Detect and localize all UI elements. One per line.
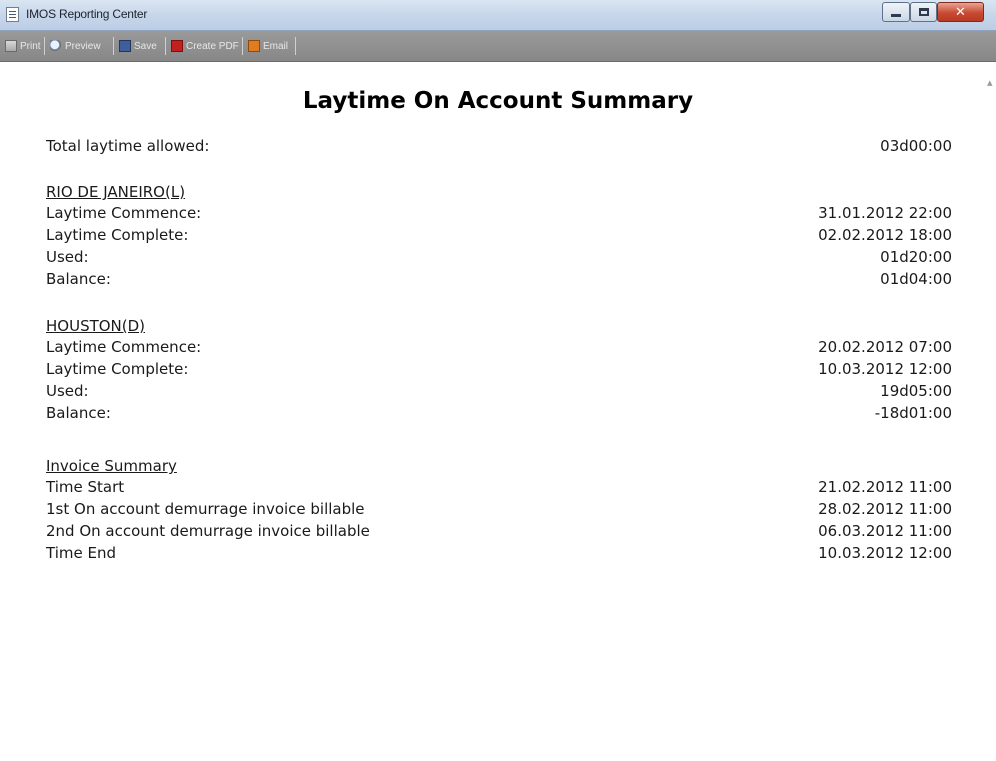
printer-icon (5, 40, 17, 52)
report-page: Laytime On Account Summary Total laytime… (0, 62, 986, 761)
section-heading-houston: HOUSTON(D) (46, 317, 146, 335)
houston-row: Used: 19d05:00 (46, 382, 952, 404)
create-pdf-label: Create PDF (186, 40, 239, 52)
envelope-icon (248, 40, 260, 52)
vertical-scrollbar[interactable]: ▴ (986, 62, 996, 761)
close-icon: ✕ (955, 4, 966, 20)
invoice-row-label: 2nd On account demurrage invoice billabl… (46, 522, 370, 540)
toolbar-divider (165, 37, 166, 55)
maximize-button[interactable] (910, 2, 937, 22)
invoice-row-label: Time End (46, 544, 116, 562)
toolbar-divider (113, 37, 114, 55)
window-title: IMOS Reporting Center (26, 7, 148, 21)
rio-row-label: Balance: (46, 270, 111, 288)
rio-row: Balance: 01d04:00 (46, 270, 952, 292)
rio-row-value: 01d04:00 (880, 270, 952, 288)
houston-row-value: 10.03.2012 12:00 (818, 360, 952, 378)
report-toolbar: Print Preview Save Create PDF Email (0, 31, 996, 62)
minimize-icon (891, 13, 901, 17)
total-laytime-row: Total laytime allowed: 03d00:00 (46, 137, 952, 159)
rio-row-value: 31.01.2012 22:00 (818, 204, 952, 222)
houston-row-value: -18d01:00 (874, 404, 952, 422)
invoice-row: Time Start 21.02.2012 11:00 (46, 478, 952, 500)
invoice-row-value: 28.02.2012 11:00 (818, 500, 952, 518)
houston-row: Laytime Commence: 20.02.2012 07:00 (46, 338, 952, 360)
invoice-row-value: 21.02.2012 11:00 (818, 478, 952, 496)
print-button[interactable]: Print (5, 38, 41, 54)
preview-label: Preview (65, 40, 101, 52)
invoice-row: 2nd On account demurrage invoice billabl… (46, 522, 952, 544)
maximize-icon (918, 8, 929, 16)
section-heading-rio: RIO DE JANEIRO(L) (46, 183, 186, 201)
invoice-row-value: 06.03.2012 11:00 (818, 522, 952, 540)
houston-row: Balance: -18d01:00 (46, 404, 952, 426)
create-pdf-button[interactable]: Create PDF (171, 38, 239, 54)
minimize-button[interactable] (882, 2, 910, 22)
houston-row: Laytime Complete: 10.03.2012 12:00 (46, 360, 952, 382)
toolbar-divider (295, 37, 296, 55)
total-laytime-label: Total laytime allowed: (46, 137, 210, 155)
houston-row-value: 20.02.2012 07:00 (818, 338, 952, 356)
rio-row: Laytime Commence: 31.01.2012 22:00 (46, 204, 952, 226)
rio-row: Laytime Complete: 02.02.2012 18:00 (46, 226, 952, 248)
toolbar-divider (44, 37, 45, 55)
save-button[interactable]: Save (119, 38, 157, 54)
app-document-icon (6, 7, 19, 22)
floppy-disk-icon (119, 40, 131, 52)
houston-row-label: Laytime Complete: (46, 360, 189, 378)
print-label: Print (20, 40, 41, 52)
toolbar-divider (242, 37, 243, 55)
invoice-row: 1st On account demurrage invoice billabl… (46, 500, 952, 522)
section-heading-invoice: Invoice Summary (46, 457, 177, 475)
rio-row-value: 02.02.2012 18:00 (818, 226, 952, 244)
invoice-row-value: 10.03.2012 12:00 (818, 544, 952, 562)
rio-row: Used: 01d20:00 (46, 248, 952, 270)
houston-row-label: Used: (46, 382, 89, 400)
rio-row-value: 01d20:00 (880, 248, 952, 266)
pdf-icon (171, 40, 183, 52)
invoice-row-label: Time Start (46, 478, 125, 496)
reporting-window: IMOS Reporting Center ✕ Print Preview Sa… (0, 0, 996, 761)
invoice-row-label: 1st On account demurrage invoice billabl… (46, 500, 365, 518)
houston-row-label: Laytime Commence: (46, 338, 202, 356)
title-bar[interactable]: IMOS Reporting Center ✕ (0, 0, 996, 31)
preview-button[interactable]: Preview (50, 38, 101, 54)
invoice-row: Time End 10.03.2012 12:00 (46, 544, 952, 566)
report-title: Laytime On Account Summary (302, 88, 694, 114)
save-label: Save (134, 40, 157, 52)
total-laytime-value: 03d00:00 (880, 137, 952, 155)
houston-row-label: Balance: (46, 404, 111, 422)
close-button[interactable]: ✕ (937, 2, 984, 22)
rio-row-label: Used: (46, 248, 89, 266)
scroll-arrow-icon: ▴ (987, 76, 993, 89)
rio-row-label: Laytime Commence: (46, 204, 202, 222)
houston-row-value: 19d05:00 (880, 382, 952, 400)
email-button[interactable]: Email (248, 38, 288, 54)
rio-row-label: Laytime Complete: (46, 226, 189, 244)
magnifier-icon (50, 40, 62, 52)
email-label: Email (263, 40, 289, 52)
